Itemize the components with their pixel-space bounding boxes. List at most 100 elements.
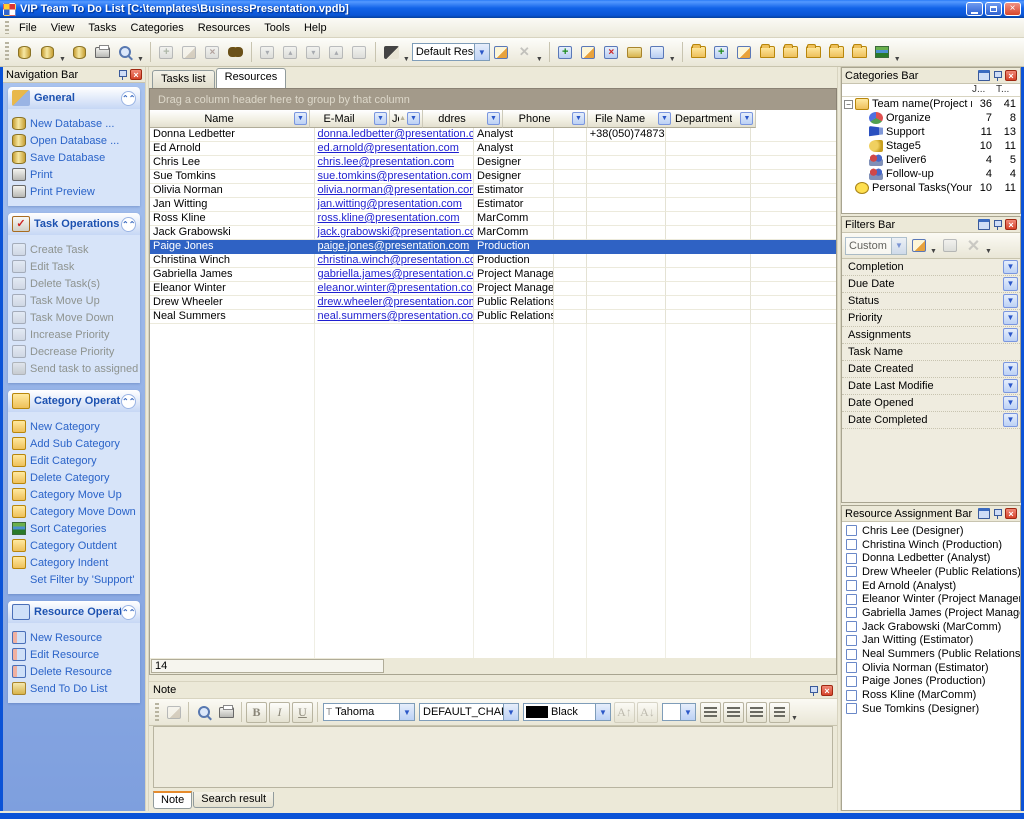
resource-list-item[interactable]: Paige Jones (Production) <box>842 675 1020 689</box>
resource-list-item[interactable]: Drew Wheeler (Public Relations) <box>842 565 1020 579</box>
filter-dropdown-icon[interactable]: ▼ <box>1003 328 1018 342</box>
nav-item[interactable]: Send To Do List <box>12 680 138 697</box>
table-row[interactable]: Ross Kline ross.kline@presentation.com M… <box>150 212 836 226</box>
column-filter-arrow-icon[interactable]: ▼ <box>740 112 753 125</box>
category-tree-item[interactable]: − Follow-up 4 4 <box>842 167 1020 181</box>
filter-row[interactable]: Date Created ▼ <box>842 361 1020 378</box>
edit-category-button[interactable] <box>733 41 756 64</box>
save-database-button[interactable] <box>68 41 91 64</box>
filter-row[interactable]: Date Last Modifie ▼ <box>842 378 1020 395</box>
nav-item[interactable]: New Category <box>12 418 138 435</box>
nav-item[interactable]: Category Move Up <box>12 486 138 503</box>
nav-item[interactable]: Print Preview <box>12 183 138 200</box>
tree-collapse-icon[interactable]: − <box>844 100 853 109</box>
open-database-button[interactable] <box>36 41 59 64</box>
nav-item[interactable]: Task Move Up <box>12 292 138 309</box>
filter-row[interactable]: Date Opened ▼ <box>842 395 1020 412</box>
edit-task-button[interactable] <box>178 41 201 64</box>
delete-category-button[interactable] <box>756 41 779 64</box>
delete-resource-button[interactable] <box>600 41 623 64</box>
resource-list-item[interactable]: Jack Grabowski (MarComm) <box>842 620 1020 634</box>
mobile-button[interactable] <box>646 41 669 64</box>
resource-list-item[interactable]: Sue Tomkins (Designer) <box>842 702 1020 716</box>
cell-email[interactable]: olivia.norman@presentation.com <box>315 184 475 198</box>
apply-filter-button[interactable] <box>907 234 930 257</box>
nav-item[interactable]: Add Sub Category <box>12 435 138 452</box>
table-row[interactable]: Ed Arnold ed.arnold@presentation.com Ana… <box>150 142 836 156</box>
close-panel-icon[interactable]: × <box>821 685 833 696</box>
filter-dropdown-icon[interactable]: ▼ <box>1003 277 1018 291</box>
resource-checkbox[interactable] <box>846 539 857 550</box>
nav-item[interactable]: Category Indent <box>12 554 138 571</box>
resource-checkbox[interactable] <box>846 676 857 687</box>
pin-icon[interactable] <box>808 685 819 696</box>
nav-item[interactable]: Save Database <box>12 149 138 166</box>
font-family-combo[interactable]: T Tahoma▼ <box>323 703 415 721</box>
cell-email[interactable]: chris.lee@presentation.com <box>315 156 475 170</box>
cell-email[interactable]: ross.kline@presentation.com <box>315 212 475 226</box>
char-style-combo[interactable]: DEFAULT_CHAR▼ <box>419 703 519 721</box>
category-move-up-button[interactable] <box>825 41 848 64</box>
resource-list-item[interactable]: Donna Ledbetter (Analyst) <box>842 551 1020 565</box>
nav-item[interactable]: Send task to assigned res... <box>12 360 138 377</box>
nav-item[interactable]: Open Database ... <box>12 132 138 149</box>
new-resource-button[interactable] <box>554 41 577 64</box>
new-database-button[interactable] <box>13 41 36 64</box>
column-filter-arrow-icon[interactable]: ▼ <box>487 112 500 125</box>
column-header[interactable]: E-Mail ▲ ▼ <box>310 110 390 128</box>
nav-item[interactable]: Delete Resource <box>12 663 138 680</box>
align-center-button[interactable] <box>723 702 744 723</box>
resource-list-item[interactable]: Jan Witting (Estimator) <box>842 634 1020 648</box>
resource-checkbox[interactable] <box>846 553 857 564</box>
task-move-up-button[interactable] <box>279 41 302 64</box>
filter-dropdown-icon[interactable]: ▼ <box>1003 362 1018 376</box>
tab-search-result[interactable]: Search result <box>193 792 274 808</box>
column-header[interactable]: Job Title ▲ ▼ <box>390 110 423 128</box>
nav-item[interactable]: Edit Category <box>12 452 138 469</box>
note-text-area[interactable] <box>153 726 833 788</box>
resource-checkbox[interactable] <box>846 703 857 714</box>
font-color-combo[interactable]: Black▼ <box>523 703 611 721</box>
category-tree-item[interactable]: − Personal Tasks(Your name) 10 11 <box>842 181 1020 195</box>
column-filter-arrow-icon[interactable]: ▼ <box>374 112 387 125</box>
nav-item[interactable]: Delete Category <box>12 469 138 486</box>
minimize-button[interactable] <box>966 2 983 16</box>
column-filter-arrow-icon[interactable]: ▼ <box>294 112 307 125</box>
menu-item[interactable]: Help <box>297 20 334 36</box>
table-row[interactable]: Drew Wheeler drew.wheeler@presentation.c… <box>150 296 836 310</box>
table-row[interactable]: Donna Ledbetter donna.ledbetter@presenta… <box>150 128 836 142</box>
menu-item[interactable]: View <box>44 20 82 36</box>
align-left-button[interactable] <box>700 702 721 723</box>
nav-item[interactable]: Decrease Priority <box>12 343 138 360</box>
cell-email[interactable]: jack.grabowski@presentation.com <box>315 226 475 240</box>
group-by-bar[interactable]: Drag a column header here to group by th… <box>149 88 837 110</box>
edit-resource-button[interactable] <box>577 41 600 64</box>
column-header[interactable]: Department ▲ ▼ <box>673 110 756 128</box>
resource-checkbox[interactable] <box>846 635 857 646</box>
nav-item[interactable]: Edit Task <box>12 258 138 275</box>
category-tree-item[interactable]: − Deliver6 4 5 <box>842 153 1020 167</box>
resource-list-item[interactable]: Chris Lee (Designer) <box>842 524 1020 538</box>
decrease-font-button[interactable]: A↓ <box>637 702 658 723</box>
filter-row[interactable]: Due Date ▼ <box>842 276 1020 293</box>
cell-email[interactable]: donna.ledbetter@presentation.com <box>315 128 475 142</box>
add-sub-category-button[interactable] <box>710 41 733 64</box>
nav-item[interactable]: Set Filter by 'Support' <box>12 571 138 588</box>
decrease-priority-button[interactable] <box>302 41 325 64</box>
table-row[interactable]: Christina Winch christina.winch@presenta… <box>150 254 836 268</box>
close-panel-icon[interactable]: × <box>130 69 142 80</box>
resource-checkbox[interactable] <box>846 621 857 632</box>
collapse-chevron-icon[interactable]: ⌃⌃ <box>121 91 136 106</box>
table-row[interactable]: Jack Grabowski jack.grabowski@presentati… <box>150 226 836 240</box>
print-dropdown-arrow[interactable]: ▼ <box>137 56 144 63</box>
resource-list-item[interactable]: Christina Winch (Production) <box>842 538 1020 552</box>
nav-item[interactable]: Edit Resource <box>12 646 138 663</box>
collapse-chevron-icon[interactable]: ⌃⌃ <box>121 605 136 620</box>
resource-list-item[interactable]: Olivia Norman (Estimator) <box>842 661 1020 675</box>
nav-item[interactable]: Category Outdent <box>12 537 138 554</box>
increase-font-button[interactable]: A↑ <box>614 702 635 723</box>
bold-button[interactable]: B <box>246 702 267 723</box>
cell-email[interactable]: gabriella.james@presentation.com <box>315 268 475 282</box>
resource-filter-combo[interactable]: Default Resou▼ <box>412 43 490 61</box>
pin-icon[interactable] <box>992 219 1003 230</box>
